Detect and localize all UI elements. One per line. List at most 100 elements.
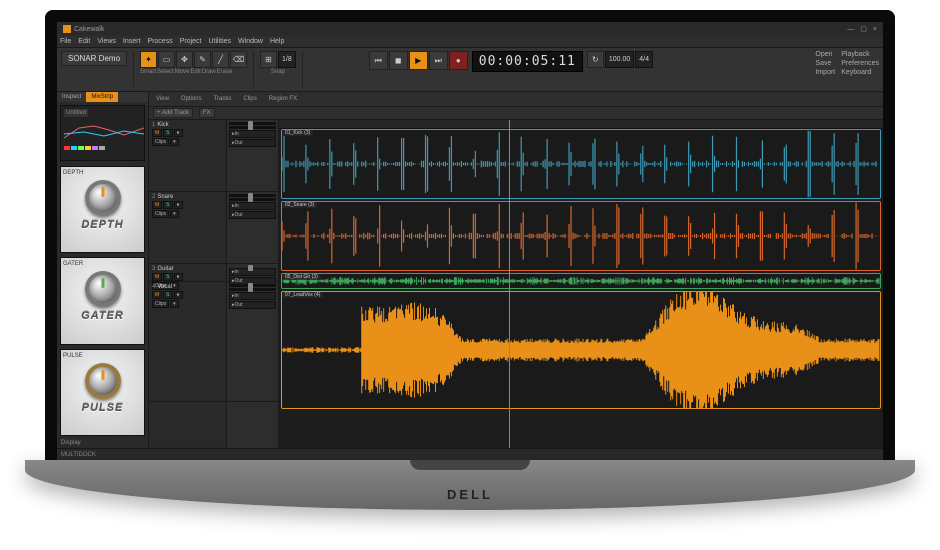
track-header[interactable]: 4 Vocal M S ● Clips▾ <box>149 282 226 402</box>
timeline-ruler[interactable] <box>279 120 883 129</box>
tab-mixstrip[interactable]: MixStrip <box>86 92 118 102</box>
solo-button[interactable]: S <box>163 129 172 137</box>
swatch[interactable] <box>78 146 84 150</box>
rewind-button[interactable]: ⏮ <box>369 51 388 70</box>
menu-insert[interactable]: Insert <box>123 38 141 45</box>
app-icon <box>63 25 71 33</box>
audio-clip[interactable]: 01_Kick (3) <box>281 129 881 199</box>
chevron-down-icon[interactable]: ▾ <box>170 300 179 308</box>
menu-edit[interactable]: Edit <box>78 38 90 45</box>
playhead[interactable] <box>509 120 510 448</box>
save-button[interactable]: Save <box>815 60 835 67</box>
audio-clip[interactable]: 07_LeadVox (4) <box>281 291 881 409</box>
swatch[interactable] <box>99 146 105 150</box>
plugin-gater[interactable]: GATER GATER <box>60 257 145 344</box>
solo-button[interactable]: S <box>163 291 172 299</box>
trackbar-view[interactable]: View <box>153 95 172 103</box>
open-button[interactable]: Open <box>815 51 835 58</box>
tab-inspect[interactable]: Inspect <box>57 92 86 102</box>
import-button[interactable]: Import <box>815 69 835 76</box>
chevron-down-icon[interactable]: ▾ <box>170 210 179 218</box>
pan-slider[interactable] <box>229 126 276 129</box>
menu-file[interactable]: File <box>60 38 71 45</box>
swatch[interactable] <box>64 146 70 150</box>
move-tool-button[interactable]: ✥ <box>176 51 193 68</box>
waveform <box>282 202 880 270</box>
play-button[interactable]: ▶ <box>409 51 428 70</box>
trackbar-tracks[interactable]: Tracks <box>211 95 235 103</box>
draw-tool-button[interactable]: ╱ <box>212 51 229 68</box>
input-selector[interactable]: ▸In <box>229 292 276 300</box>
input-selector[interactable]: ▸In <box>229 202 276 210</box>
audio-clip[interactable]: 02_Snare (3) <box>281 201 881 271</box>
knob[interactable] <box>85 180 121 216</box>
playback-button[interactable]: Playback <box>841 51 879 58</box>
forward-button[interactable]: ⏭ <box>429 51 448 70</box>
track-header[interactable]: 1 Kick M S ● Clips▾ <box>149 120 226 192</box>
clip-label: 05_Dist Gtr (3) <box>282 274 321 280</box>
knob[interactable] <box>85 271 121 307</box>
input-selector[interactable]: ▸In <box>229 130 276 138</box>
menu-help[interactable]: Help <box>270 38 284 45</box>
multidock-label[interactable]: MULTIDOCK <box>61 452 96 458</box>
mute-button[interactable]: M <box>152 273 162 281</box>
mute-button[interactable]: M <box>152 201 162 209</box>
trackbar-clips[interactable]: Clips <box>240 95 259 103</box>
plugin-depth[interactable]: DEPTH DEPTH <box>60 166 145 253</box>
menu-process[interactable]: Process <box>147 38 172 45</box>
record-button[interactable]: ● <box>449 51 468 70</box>
output-selector[interactable]: ▸Out <box>229 139 276 147</box>
trackbar-regionfx[interactable]: Region FX <box>266 95 300 103</box>
knob[interactable] <box>85 363 121 399</box>
loop-button[interactable]: ↻ <box>587 51 604 68</box>
arm-button[interactable]: ● <box>174 273 183 281</box>
arm-button[interactable]: ● <box>174 201 183 209</box>
snap-toggle-button[interactable]: ⊞ <box>260 51 277 68</box>
swatch[interactable] <box>92 146 98 150</box>
audio-clip[interactable]: 05_Dist Gtr (3) <box>281 273 881 289</box>
clips-chip[interactable]: Clips <box>152 210 169 218</box>
output-selector[interactable]: ▸Out <box>229 211 276 219</box>
edit-tool-button[interactable]: ✎ <box>194 51 211 68</box>
mute-button[interactable]: M <box>152 129 162 137</box>
clips-chip[interactable]: Clips <box>152 138 169 146</box>
solo-button[interactable]: S <box>163 273 172 281</box>
menu-project[interactable]: Project <box>180 38 202 45</box>
swatch[interactable] <box>85 146 91 150</box>
timecode-display[interactable]: 00:00:05:11 <box>472 51 583 72</box>
window-min-icon[interactable]: — <box>847 26 854 33</box>
tempo-field[interactable]: 100.00 <box>605 51 634 68</box>
menu-utilities[interactable]: Utilities <box>209 38 232 45</box>
clips-chip[interactable]: Clips <box>152 300 169 308</box>
pan-slider[interactable] <box>229 198 276 201</box>
mute-button[interactable]: M <box>152 291 162 299</box>
stop-button[interactable]: ◼ <box>389 51 408 70</box>
menu-window[interactable]: Window <box>238 38 263 45</box>
track-header[interactable]: 3 Guitar M S ● Clips▾ <box>149 264 226 282</box>
snap-value-field[interactable]: 1/8 <box>278 51 296 68</box>
output-selector[interactable]: ▸Out <box>229 301 276 309</box>
window-close-icon[interactable]: × <box>873 26 877 33</box>
erase-tool-button[interactable]: ⌫ <box>230 51 247 68</box>
preferences-button[interactable]: Preferences <box>841 60 879 67</box>
keyboard-button[interactable]: Keyboard <box>841 69 879 76</box>
plugin-pulse[interactable]: PULSE PULSE <box>60 349 145 436</box>
pan-slider[interactable] <box>229 288 276 291</box>
solo-button[interactable]: S <box>163 201 172 209</box>
menu-views[interactable]: Views <box>97 38 116 45</box>
add-track-button[interactable]: + Add Track <box>153 108 193 118</box>
chevron-down-icon[interactable]: ▾ <box>170 138 179 146</box>
timesig-field[interactable]: 4/4 <box>635 51 653 68</box>
fx-button[interactable]: FX <box>199 108 215 118</box>
track-header[interactable]: 2 Snare M S ● Clips▾ <box>149 192 226 264</box>
track-name: Vocal <box>157 284 172 290</box>
smart-tool-button[interactable]: ✦ <box>140 51 157 68</box>
arm-button[interactable]: ● <box>174 291 183 299</box>
trackbar-options[interactable]: Options <box>178 95 205 103</box>
toolbar: SONAR Demo ✦ ▭ ✥ ✎ ╱ ⌫ Smart Select Move… <box>57 48 883 92</box>
arm-button[interactable]: ● <box>174 129 183 137</box>
select-tool-button[interactable]: ▭ <box>158 51 175 68</box>
swatch[interactable] <box>71 146 77 150</box>
window-max-icon[interactable]: ▢ <box>860 25 867 33</box>
patch-preview[interactable]: Untitled <box>60 105 145 161</box>
